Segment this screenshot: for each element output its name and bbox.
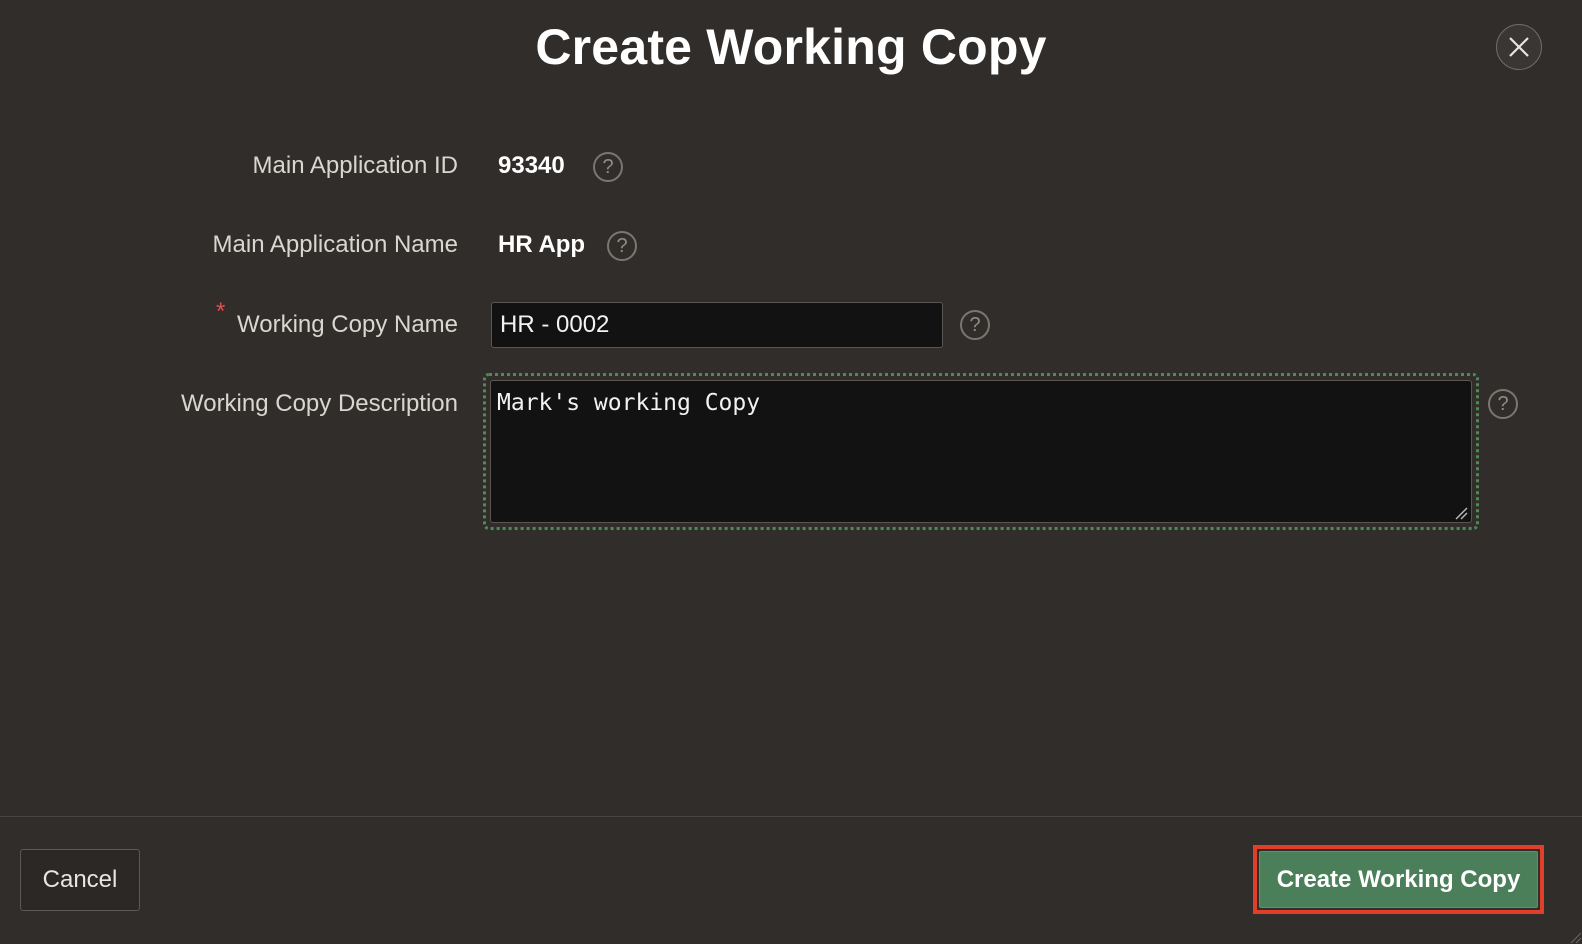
required-marker: * [216, 298, 226, 325]
footer-divider [0, 816, 1582, 817]
main-app-id-value: 93340 [498, 152, 565, 179]
working-copy-description-textarea[interactable]: Mark's working Copy [490, 380, 1472, 523]
help-icon[interactable]: ? [607, 231, 637, 261]
close-button[interactable] [1496, 24, 1542, 70]
working-copy-name-label: Working Copy Name [237, 311, 458, 338]
resize-grip-icon[interactable] [1454, 506, 1468, 520]
working-copy-name-input[interactable] [491, 302, 943, 348]
main-app-name-label: Main Application Name [212, 231, 458, 258]
main-app-id-label: Main Application ID [252, 152, 458, 179]
help-icon[interactable]: ? [960, 310, 990, 340]
create-working-copy-button[interactable]: Create Working Copy [1259, 851, 1538, 908]
help-icon[interactable]: ? [593, 152, 623, 182]
help-icon[interactable]: ? [1488, 389, 1518, 419]
main-app-name-value: HR App [498, 231, 586, 258]
dialog-title: Create Working Copy [535, 19, 1047, 75]
cancel-button[interactable]: Cancel [20, 849, 140, 911]
window-resize-icon [1570, 932, 1582, 944]
close-icon [1509, 37, 1529, 57]
working-copy-description-label: Working Copy Description [181, 390, 458, 417]
